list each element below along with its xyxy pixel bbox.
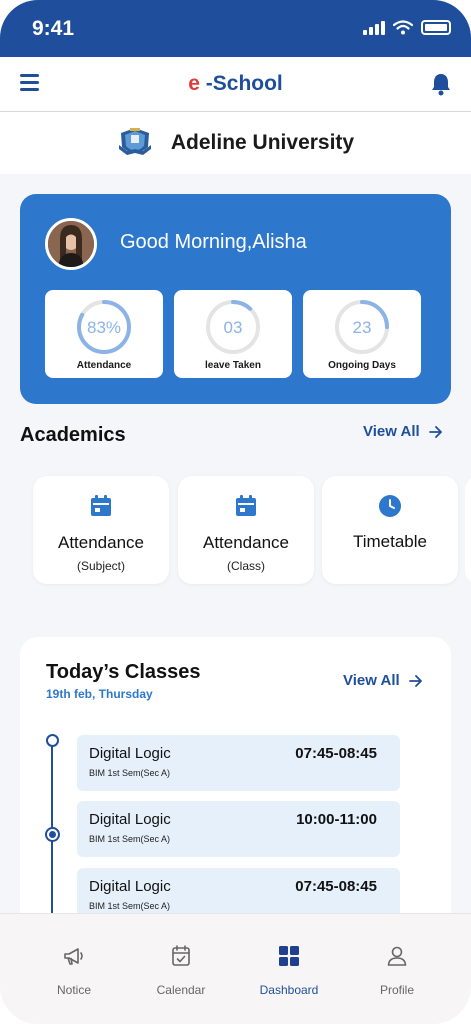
class-semester: BIM 1st Sem(Sec A) bbox=[89, 768, 171, 778]
nav-label: Profile bbox=[379, 983, 414, 997]
greeting-text: Good Morning,Alisha bbox=[120, 231, 307, 253]
user-icon bbox=[387, 946, 407, 966]
timeline-dot-current bbox=[45, 827, 60, 842]
class-time: 10:00-11:00 bbox=[296, 811, 377, 828]
calendar-check-icon bbox=[172, 945, 190, 966]
app-logo: e -School bbox=[0, 72, 471, 96]
attendance-label: Attendance bbox=[76, 360, 132, 371]
class-item[interactable]: Digital Logic BIM 1st Sem(Sec A) 10:00-1… bbox=[77, 801, 400, 857]
attendance-class-card[interactable]: Attendance (Class) bbox=[178, 476, 314, 584]
academics-view-all-link[interactable]: View All bbox=[363, 423, 443, 440]
status-time: 9:41 bbox=[32, 17, 75, 40]
phone-screen: 9:41 e -School Adeline University Good M… bbox=[0, 0, 471, 1024]
class-item[interactable]: Digital Logic BIM 1st Sem(Sec A) 07:45-0… bbox=[77, 735, 400, 791]
dashboard-grid-icon bbox=[279, 946, 299, 966]
calendar-icon bbox=[236, 495, 256, 516]
arrow-right-icon bbox=[408, 674, 422, 687]
leave-taken-stat[interactable]: 03 leave Taken bbox=[174, 290, 292, 378]
status-bar: 9:41 bbox=[0, 0, 471, 57]
classes-view-all-link[interactable]: View All bbox=[343, 672, 423, 689]
attendance-subject-card[interactable]: Attendance (Subject) bbox=[33, 476, 169, 584]
class-time: 07:45-08:45 bbox=[295, 878, 377, 895]
ongoing-days-value: 23 bbox=[352, 318, 372, 337]
attendance-stat[interactable]: 83% Attendance bbox=[45, 290, 163, 378]
ongoing-days-stat[interactable]: 23 Ongoing Days bbox=[303, 290, 421, 378]
nav-label: Calendar bbox=[156, 983, 206, 997]
leave-taken-value: 03 bbox=[223, 318, 243, 337]
class-subject: Digital Logic bbox=[89, 745, 171, 762]
next-card-peek[interactable] bbox=[465, 476, 471, 584]
class-time: 07:45-08:45 bbox=[295, 745, 377, 762]
timeline-dot-upcoming bbox=[46, 734, 59, 747]
wifi-icon bbox=[393, 20, 413, 35]
nav-item-calendar[interactable]: Calendar bbox=[126, 914, 236, 1014]
nav-item-profile[interactable]: Profile bbox=[342, 914, 452, 1014]
nav-item-notice[interactable]: Notice bbox=[19, 914, 129, 1014]
battery-icon bbox=[421, 20, 451, 35]
acad-card-subtitle: (Class) bbox=[227, 559, 265, 573]
arrow-right-icon bbox=[428, 425, 442, 438]
class-semester: BIM 1st Sem(Sec A) bbox=[89, 834, 171, 844]
avatar[interactable] bbox=[45, 218, 97, 270]
nav-label: Notice bbox=[56, 983, 91, 997]
ongoing-days-label: Ongoing Days bbox=[328, 360, 396, 371]
classes-title: Today’s Classes bbox=[46, 661, 201, 683]
acad-card-title: Timetable bbox=[352, 532, 427, 551]
signal-icon bbox=[363, 20, 385, 35]
academics-title: Academics bbox=[20, 424, 126, 446]
acad-card-title: Attendance bbox=[202, 533, 289, 552]
nav-label: Dashboard bbox=[259, 983, 319, 997]
acad-card-subtitle: (Subject) bbox=[76, 559, 126, 573]
notification-bell-icon[interactable] bbox=[430, 72, 452, 101]
university-crest-icon bbox=[118, 128, 151, 155]
app-header: e -School bbox=[0, 57, 471, 112]
acad-card-title: Attendance bbox=[57, 533, 144, 552]
clock-icon bbox=[379, 495, 401, 517]
megaphone-icon bbox=[64, 948, 83, 965]
university-name: Adeline University bbox=[170, 131, 355, 154]
brand-suffix: -School bbox=[205, 72, 283, 95]
nav-item-dashboard[interactable]: Dashboard bbox=[234, 914, 344, 1014]
leave-taken-label: leave Taken bbox=[205, 360, 261, 371]
timetable-card[interactable]: Timetable bbox=[322, 476, 458, 584]
todays-classes-card: Today’s Classes 19th feb, Thursday View … bbox=[20, 637, 451, 937]
brand-prefix: e bbox=[188, 72, 200, 95]
classes-date: 19th feb, Thursday bbox=[46, 687, 153, 701]
bottom-nav: Notice Calendar Dashboard Profile bbox=[0, 913, 471, 1024]
class-subject: Digital Logic bbox=[89, 878, 171, 895]
greeting-card: Good Morning,Alisha 83% Attendance 03 le… bbox=[20, 194, 451, 404]
status-icons bbox=[363, 20, 451, 35]
class-subject: Digital Logic bbox=[89, 811, 171, 828]
class-semester: BIM 1st Sem(Sec A) bbox=[89, 901, 171, 911]
university-bar: Adeline University bbox=[0, 112, 471, 174]
attendance-value: 83% bbox=[86, 318, 122, 337]
view-all-label: View All bbox=[363, 423, 420, 440]
view-all-label: View All bbox=[343, 672, 400, 689]
calendar-icon bbox=[91, 495, 111, 516]
